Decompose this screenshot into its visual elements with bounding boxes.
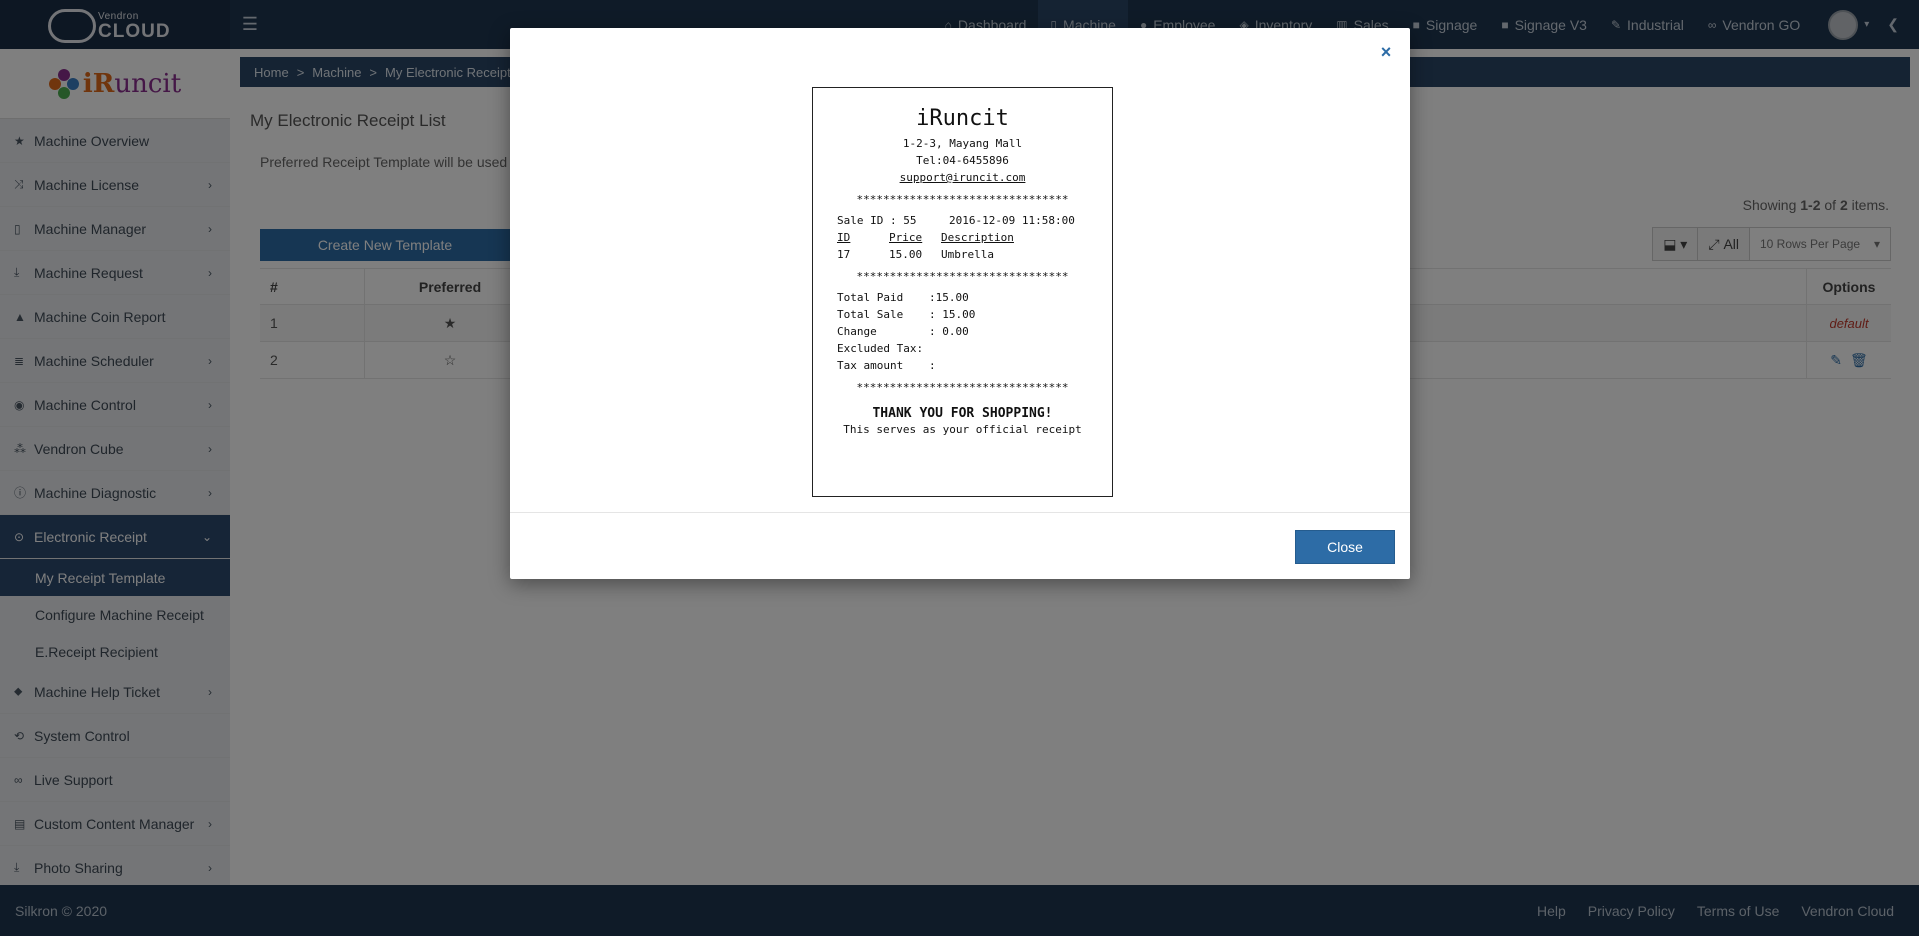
kv-value: : 0.00 xyxy=(929,325,969,338)
receipt-divider: ******************************** xyxy=(856,382,1069,394)
receipt-col-id: ID xyxy=(837,231,851,244)
receipt-tax-amount: Tax amount: xyxy=(837,357,1088,374)
receipt-tel: Tel:04-6455896 xyxy=(916,154,1009,167)
receipt-item-row: 17 15.00 Umbrella xyxy=(837,246,1088,263)
receipt-email: support@iruncit.com xyxy=(899,171,1026,184)
receipt-sale-row: Sale ID : 55 2016-12-09 11:58:00 xyxy=(837,212,1088,229)
receipt-datetime: 2016-12-09 11:58:00 xyxy=(949,214,1075,227)
kv-key: Total Sale xyxy=(837,308,904,321)
receipt-col-price: Price xyxy=(889,231,923,244)
receipt-col-desc: Description xyxy=(941,231,1014,244)
receipt-item-id: 17 xyxy=(837,248,851,261)
receipt-sale-id: Sale ID : 55 xyxy=(837,214,917,227)
close-icon[interactable]: × xyxy=(1376,42,1396,62)
receipt-preview-modal: × iRuncit 1-2-3, Mayang Mall Tel:04-6455… xyxy=(510,28,1410,579)
receipt-divider: ******************************** xyxy=(856,271,1069,283)
receipt-title: iRuncit xyxy=(916,106,1009,131)
kv-value: :15.00 xyxy=(929,291,969,304)
receipt-total-sale: Total Sale : 15.00 xyxy=(837,306,1088,323)
receipt-total-paid: Total Paid :15.00 xyxy=(837,289,1088,306)
modal-footer: Close xyxy=(510,512,1410,579)
receipt-columns-header: ID Price Description xyxy=(837,229,1088,246)
close-button[interactable]: Close xyxy=(1295,530,1395,564)
kv-value: : xyxy=(929,359,936,372)
receipt-item-desc: Umbrella xyxy=(941,248,994,261)
receipt-preview: iRuncit 1-2-3, Mayang Mall Tel:04-645589… xyxy=(812,87,1113,497)
receipt-address: 1-2-3, Mayang Mall xyxy=(902,137,1023,150)
kv-value: : 15.00 xyxy=(929,308,976,321)
receipt-divider: ******************************** xyxy=(856,194,1069,206)
receipt-item-price: 15.00 xyxy=(889,248,923,261)
kv-key: Excluded Tax: xyxy=(837,342,924,355)
receipt-excluded-tax: Excluded Tax: xyxy=(837,340,1088,357)
receipt-official-note: This serves as your official receipt xyxy=(843,423,1082,436)
receipt-change: Change : 0.00 xyxy=(837,323,1088,340)
kv-key: Tax amount xyxy=(837,359,904,372)
receipt-thanks: THANK YOU FOR SHOPPING! xyxy=(872,406,1053,421)
kv-key: Change xyxy=(837,325,877,338)
kv-key: Total Paid xyxy=(837,291,904,304)
